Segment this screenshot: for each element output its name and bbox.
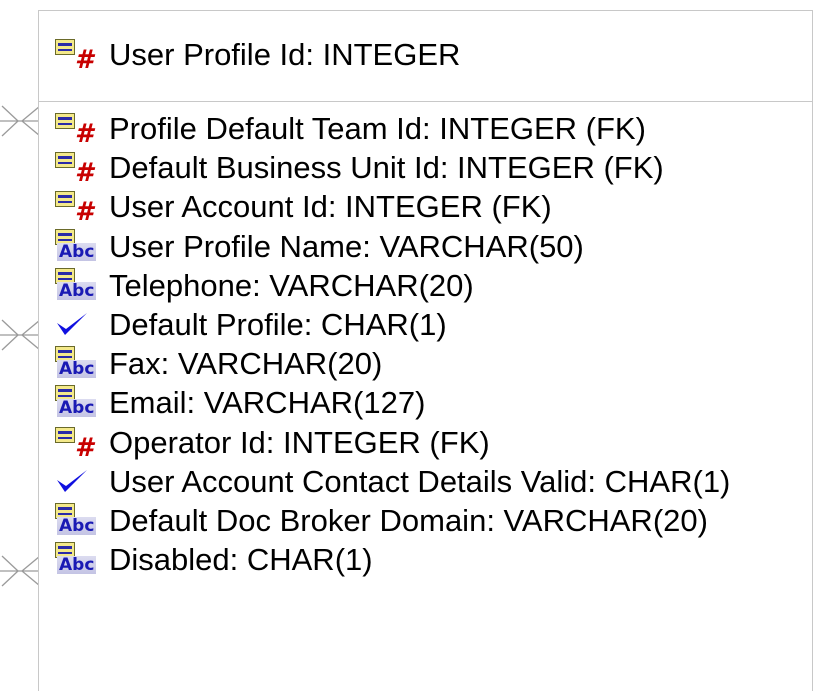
primary-key-compartment: # User Profile Id: INTEGER (39, 11, 812, 102)
attribute-label: Fax: VARCHAR(20) (109, 346, 383, 382)
attribute-label: User Account Contact Details Valid: CHAR… (109, 463, 731, 499)
attribute-label: Telephone: VARCHAR(20) (109, 267, 474, 303)
numeric-column-icon: # (55, 187, 109, 227)
attribute-label: Default Business Unit Id: INTEGER (FK) (109, 150, 664, 186)
primary-key-row[interactable]: # User Profile Id: INTEGER (55, 35, 460, 75)
attribute-row[interactable]: User Account Contact Details Valid: CHAR… (55, 462, 730, 502)
numeric-column-icon: # (55, 109, 109, 149)
attribute-row[interactable]: # User Account Id: INTEGER (FK) (55, 187, 552, 227)
attribute-label: Default Profile: CHAR(1) (109, 307, 447, 342)
numeric-column-icon: # (55, 148, 109, 188)
boolean-check-icon (55, 462, 109, 502)
text-column-icon: Abc (55, 227, 109, 267)
attribute-row[interactable]: # Operator Id: INTEGER (FK) (55, 423, 490, 463)
relationship-connector-3[interactable] (0, 554, 40, 588)
attribute-row[interactable]: # Default Business Unit Id: INTEGER (FK) (55, 148, 664, 188)
attribute-row[interactable]: Abc Disabled: CHAR(1) (55, 540, 373, 580)
text-column-icon: Abc (55, 501, 109, 541)
attribute-label: Operator Id: INTEGER (FK) (109, 424, 490, 460)
attribute-row[interactable]: Abc Email: VARCHAR(127) (55, 383, 425, 423)
attribute-row[interactable]: Abc User Profile Name: VARCHAR(50) (55, 227, 584, 267)
attribute-label: User Account Id: INTEGER (FK) (109, 189, 552, 225)
text-column-icon: Abc (55, 266, 109, 306)
numeric-column-icon: # (55, 35, 109, 75)
attribute-label: Default Doc Broker Domain: VARCHAR(20) (109, 503, 708, 538)
attribute-row[interactable]: # Profile Default Team Id: INTEGER (FK) (55, 109, 646, 149)
attribute-label: User Profile Name: VARCHAR(50) (109, 228, 584, 264)
relationship-connector-1[interactable] (0, 104, 40, 138)
text-column-icon: Abc (55, 344, 109, 384)
attribute-row[interactable]: Abc Fax: VARCHAR(20) (55, 344, 382, 384)
boolean-check-icon (55, 305, 109, 345)
attribute-label: Profile Default Team Id: INTEGER (FK) (109, 111, 646, 146)
entity-box[interactable]: # User Profile Id: INTEGER # Profile Defau… (38, 10, 813, 691)
attribute-label: User Profile Id: INTEGER (109, 37, 461, 72)
text-column-icon: Abc (55, 383, 109, 423)
attribute-row[interactable]: Default Profile: CHAR(1) (55, 305, 447, 345)
attribute-row[interactable]: Abc Telephone: VARCHAR(20) (55, 266, 474, 306)
text-column-icon: Abc (55, 540, 109, 580)
attribute-label: Email: VARCHAR(127) (109, 385, 426, 421)
relationship-connector-2[interactable] (0, 318, 40, 352)
attribute-row[interactable]: Abc Default Doc Broker Domain: VARCHAR(20… (55, 501, 708, 541)
attribute-label: Disabled: CHAR(1) (109, 542, 373, 578)
numeric-column-icon: # (55, 423, 109, 463)
